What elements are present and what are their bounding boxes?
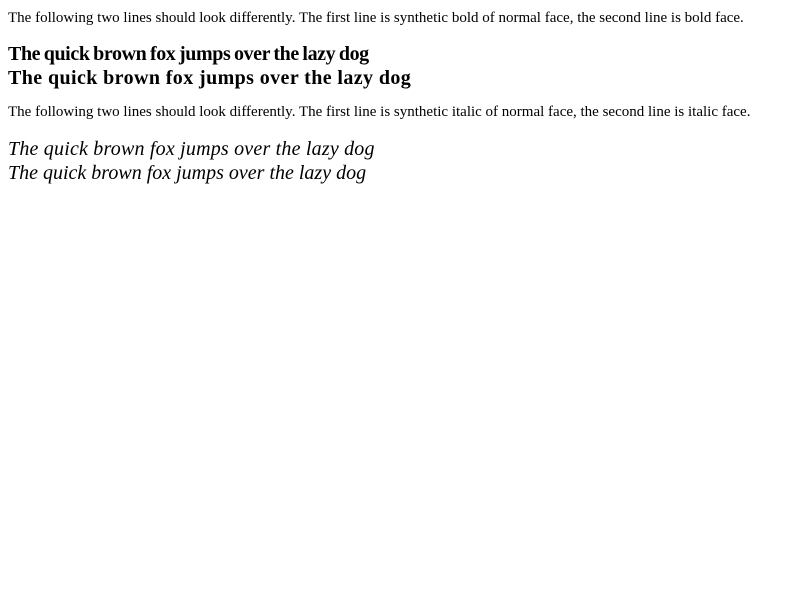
synthetic-bold-line: The quick brown fox jumps over the lazy … bbox=[8, 43, 369, 65]
synthetic-italic-line: The quick brown fox jumps over the lazy … bbox=[8, 138, 375, 160]
italic-sample-group: The quick brown fox jumps over the lazy … bbox=[8, 137, 792, 185]
document-body: The following two lines should look diff… bbox=[0, 0, 800, 600]
bold-sample-group: The quick brown fox jumps over the lazy … bbox=[8, 42, 792, 90]
bold-face-line: The quick brown fox jumps over the lazy … bbox=[8, 67, 412, 89]
bold-test-note: The following two lines should look diff… bbox=[8, 10, 744, 26]
italic-face-line: The quick brown fox jumps over the lazy … bbox=[8, 162, 367, 184]
italic-test-note: The following two lines should look diff… bbox=[8, 104, 751, 120]
